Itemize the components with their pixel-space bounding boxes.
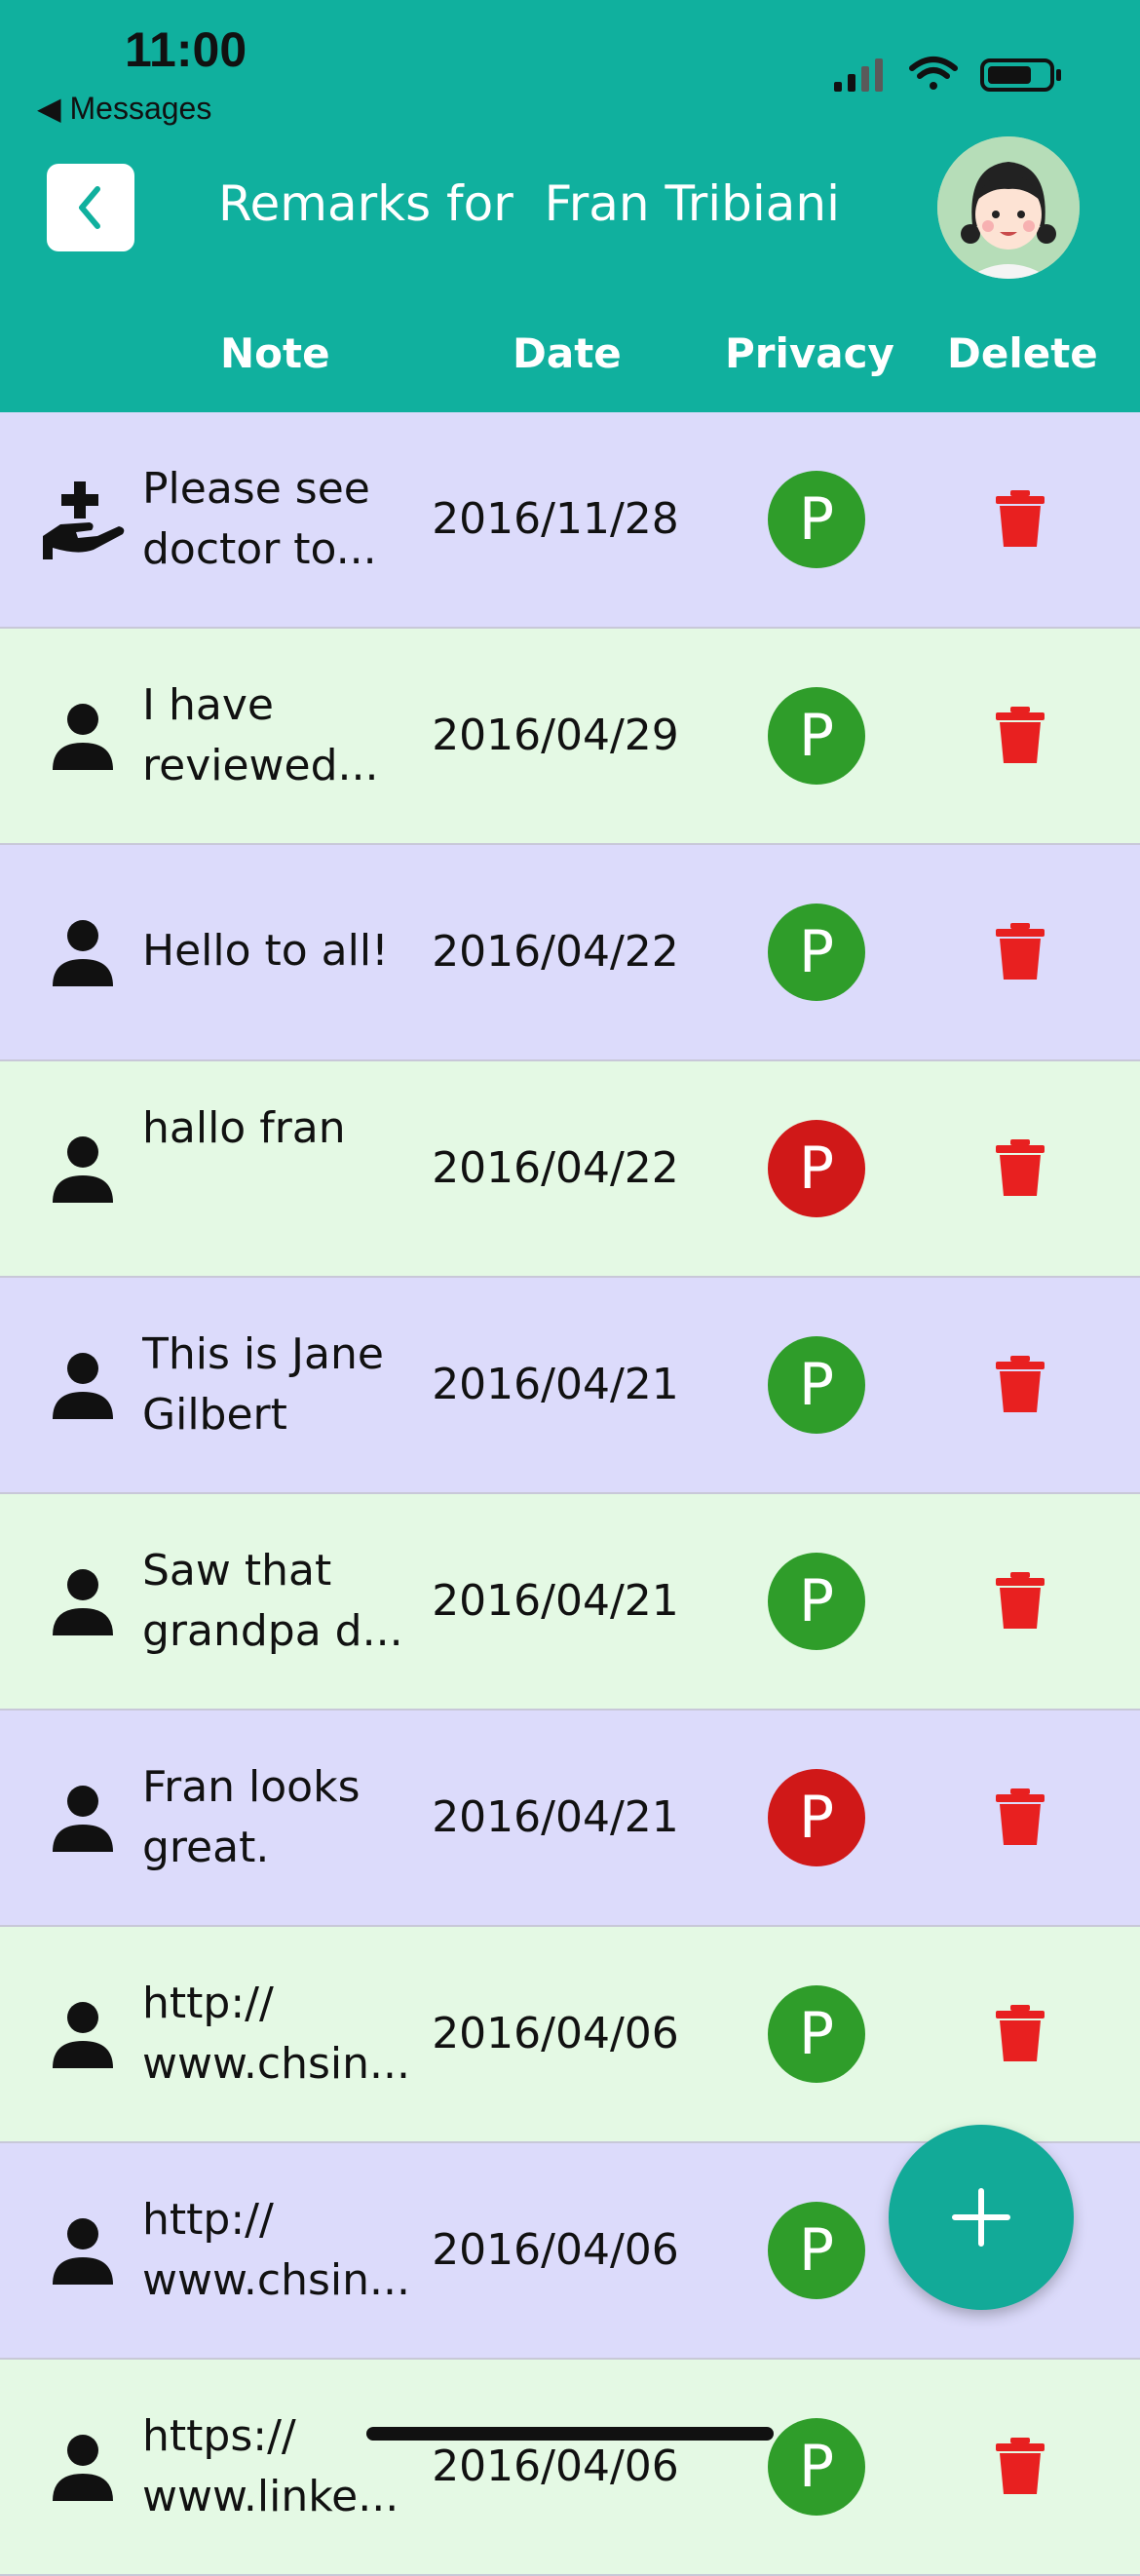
privacy-badge[interactable]: P [768,904,865,1001]
date-text: 2016/04/22 [432,927,679,977]
chevron-left-icon [79,186,100,229]
person-icon [39,2207,127,2294]
add-remark-button[interactable] [889,2125,1074,2310]
privacy-badge[interactable]: P [768,1985,865,2083]
trash-icon[interactable] [994,490,1046,549]
person-icon [39,1125,127,1212]
date-text: 2016/04/06 [432,2225,679,2275]
table-row[interactable]: https://www.linke... 2016/04/06 P [0,2360,1140,2576]
avatar[interactable] [937,136,1080,279]
note-line-2: www.chsin... [142,2039,410,2089]
note-line-1: hallo fran [142,1103,346,1153]
note-text: Hello to all! [142,921,415,981]
note-text: Saw that grandpa d... [142,1541,415,1662]
app-header: 11:00 ◀ Messages Remarks for Fran Tribia… [0,0,1140,412]
back-button[interactable] [47,164,134,251]
privacy-badge[interactable]: P [768,2418,865,2516]
home-indicator [366,2427,774,2441]
date-text: 2016/04/21 [432,1360,679,1409]
table-row[interactable]: Please see doctor to... 2016/11/28 P [0,412,1140,629]
note-line-1: http:// [142,1979,274,2028]
note-line-2: reviewed... [142,741,379,790]
status-icons [834,57,1061,92]
privacy-badge[interactable]: P [768,1336,865,1434]
table-row[interactable]: hallo fran 2016/04/22 P [0,1061,1140,1278]
trash-icon[interactable] [994,1572,1046,1631]
date-text: 2016/04/29 [432,711,679,760]
privacy-badge[interactable]: P [768,1769,865,1866]
date-text: 2016/04/21 [432,1576,679,1626]
note-text: Please see doctor to... [142,459,415,580]
person-icon [39,1990,127,2078]
note-text: This is Jane Gilbert [142,1325,415,1445]
note-line-2: grandpa d... [142,1606,403,1656]
person-icon [39,1341,127,1429]
note-line-1: http:// [142,2195,274,2245]
person-icon [39,1557,127,1645]
note-line-2: doctor to... [142,524,377,574]
table-row[interactable]: Fran looks great. 2016/04/21 P [0,1711,1140,1927]
trash-icon[interactable] [994,1139,1046,1198]
table-row[interactable]: I have reviewed... 2016/04/29 P [0,629,1140,845]
table-row[interactable]: Hello to all! 2016/04/22 P [0,845,1140,1061]
note-line-2: www.chsin... [142,2255,410,2305]
date-text: 2016/04/06 [432,2441,679,2491]
table-row[interactable]: http:// www.chsin... 2016/04/06 P [0,1927,1140,2143]
date-text: 2016/04/21 [432,1792,679,1842]
note-line-1: Please see [142,464,370,514]
note-text: Fran looks great. [142,1757,415,1878]
note-text: http:// www.chsin... [142,2190,415,2311]
plus-icon [952,2188,1010,2247]
signal-icon [834,58,883,92]
privacy-badge[interactable]: P [768,687,865,785]
column-header-note: Note [220,329,330,377]
trash-icon[interactable] [994,1356,1046,1414]
note-text: https://www.linke... [142,2406,415,2527]
girl-avatar-icon [937,136,1080,279]
note-text: I have reviewed... [142,675,415,796]
note-text: hallo fran [142,1098,415,1159]
medical-hand-icon [39,476,127,563]
person-icon [39,692,127,780]
trash-icon[interactable] [994,1788,1046,1847]
note-line-2: www.linke... [142,2472,399,2521]
trash-icon[interactable] [994,923,1046,981]
column-header-privacy: Privacy [725,329,894,377]
wifi-icon [909,57,958,90]
date-text: 2016/04/06 [432,2009,679,2058]
note-line-1: This is Jane [142,1329,384,1379]
note-line-1: I have [142,680,274,730]
column-header-date: Date [513,329,622,377]
privacy-badge[interactable]: P [768,1553,865,1650]
date-text: 2016/04/22 [432,1143,679,1193]
privacy-badge[interactable]: P [768,471,865,568]
note-line-1: Fran looks [142,1762,361,1812]
person-icon [39,1774,127,1862]
table-row[interactable]: Saw that grandpa d... 2016/04/21 P [0,1494,1140,1711]
note-text: http:// www.chsin... [142,1974,415,2095]
note-line-1: Saw that [142,1546,332,1596]
person-icon [39,908,127,996]
page-title: Remarks for Fran Tribiani [218,175,840,232]
status-time: 11:00 [125,22,247,77]
note-line-1: Hello to all! [142,926,389,976]
privacy-badge[interactable]: P [768,2202,865,2299]
date-text: 2016/11/28 [432,494,679,544]
battery-icon [980,58,1061,92]
person-icon [39,2423,127,2511]
table-row[interactable]: This is Jane Gilbert 2016/04/21 P [0,1278,1140,1494]
trash-icon[interactable] [994,2438,1046,2496]
back-to-messages-link[interactable]: ◀ Messages [37,90,211,127]
trash-icon[interactable] [994,707,1046,765]
note-line-2: Gilbert [142,1390,287,1440]
note-line-2: great. [142,1823,270,1872]
privacy-badge[interactable]: P [768,1120,865,1217]
column-header-delete: Delete [947,329,1098,377]
trash-icon[interactable] [994,2005,1046,2063]
